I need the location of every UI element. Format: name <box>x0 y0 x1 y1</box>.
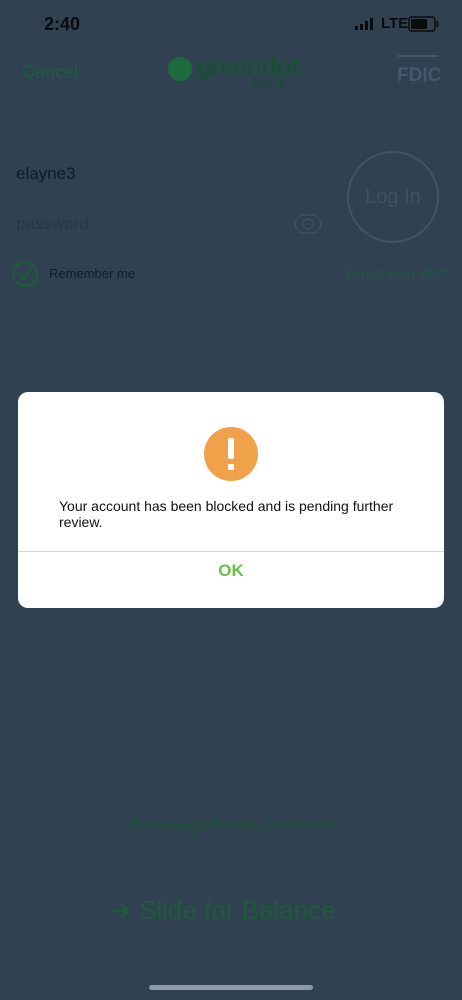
fdic-text: FDIC <box>397 65 442 86</box>
warning-icon <box>204 427 258 481</box>
remember-me-label[interactable]: Remember me <box>49 266 135 281</box>
logo-bank: bank <box>252 75 287 92</box>
forgot-login-link[interactable]: Forgot login info? <box>346 266 446 281</box>
slide-for-balance[interactable]: Slide for Balance <box>0 892 462 932</box>
greendot-logo: greendot bank <box>168 53 299 95</box>
signal-icon <box>355 18 373 30</box>
battery-icon <box>408 16 439 32</box>
home-indicator[interactable] <box>149 985 313 990</box>
privacy-statement-link[interactable]: Technology Privacy Statement <box>0 817 462 834</box>
alert-dialog: Your account has been blocked and is pen… <box>18 392 444 608</box>
status-time: 2:40 <box>44 14 81 34</box>
password-field[interactable]: password <box>16 214 286 240</box>
login-button[interactable]: Log In <box>347 151 439 243</box>
slide-for-balance-label: Slide for Balance <box>139 895 336 925</box>
fdic-badge-rule <box>398 55 438 63</box>
ok-button[interactable]: OK <box>18 552 444 608</box>
show-password-eye-icon[interactable] <box>293 212 323 236</box>
arrow-right-icon <box>112 903 130 919</box>
logo-dot-icon <box>168 57 192 81</box>
status-bar: 2:40 LTE <box>0 0 462 52</box>
network-type: LTE <box>381 15 409 32</box>
cancel-button[interactable]: Cancel <box>22 62 78 83</box>
username-field[interactable]: elayne3 <box>16 164 316 190</box>
fdic-badge: FDIC <box>396 55 442 91</box>
login-button-label: Log In <box>365 186 421 208</box>
login-screen: 2:40 LTE Cancel greendot bank FDIC elayn… <box>0 0 462 1000</box>
alert-message: Your account has been blocked and is pen… <box>59 498 394 530</box>
remember-me-checkbox-icon[interactable] <box>11 260 39 288</box>
